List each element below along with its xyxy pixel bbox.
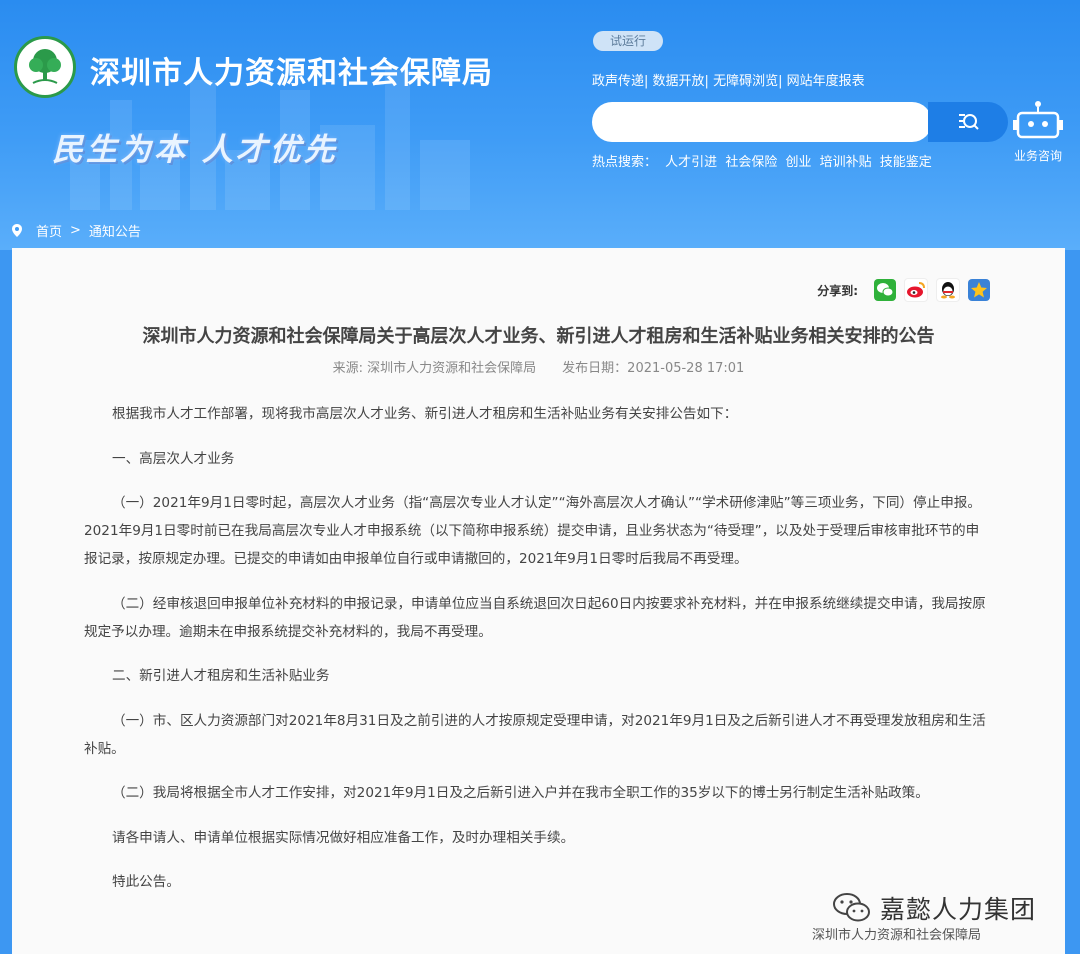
hot-search: 热点搜索： 人才引进 社会保险 创业 培训补贴 技能鉴定 bbox=[592, 151, 936, 170]
top-link-annual-report[interactable]: 网站年度报表 bbox=[787, 74, 865, 89]
hot-term[interactable]: 技能鉴定 bbox=[880, 155, 932, 170]
breadcrumb-home[interactable]: 首页 bbox=[36, 221, 62, 240]
wechat-icon[interactable] bbox=[874, 279, 896, 301]
site-header: 深圳市人力资源和社会保障局 民生为本 人才优先 试运行 政声传递| 数据开放| … bbox=[0, 0, 1080, 250]
article-date: 发布日期：2021-05-28 17:01 bbox=[562, 361, 745, 376]
breadcrumb: 首页 > 通知公告 bbox=[12, 221, 141, 240]
robot-label[interactable]: 业务咨询 bbox=[1014, 147, 1062, 164]
article-paragraph: 二、新引进人才租房和生活补贴业务 bbox=[112, 668, 330, 684]
hot-term[interactable]: 培训补贴 bbox=[820, 155, 872, 170]
article-title: 深圳市人力资源和社会保障局关于高层次人才业务、新引进人才租房和生活补贴业务相关安… bbox=[142, 326, 935, 347]
article-panel: 分享到: 深圳市人力资源和社会保障局关于高层次人才业务、新引进人才租房和生活补贴… bbox=[12, 248, 1065, 954]
weibo-icon[interactable] bbox=[904, 278, 928, 302]
share-label: 分享到: bbox=[817, 283, 858, 298]
watermark-text: 嘉懿人力集团 bbox=[880, 895, 1037, 924]
article-meta: 来源: 深圳市人力资源和社会保障局 发布日期：2021-05-28 17:01 bbox=[12, 357, 1065, 376]
top-link-accessibility[interactable]: 无障碍浏览 bbox=[713, 74, 778, 89]
share-bar: 分享到: bbox=[817, 278, 990, 302]
qzone-icon[interactable] bbox=[968, 279, 990, 301]
watermark-subtext: 深圳市人力资源和社会保障局 bbox=[812, 928, 982, 943]
hot-search-label: 热点搜索： bbox=[592, 155, 658, 170]
article-source: 来源: 深圳市人力资源和社会保障局 bbox=[332, 361, 537, 376]
wechat-watermark-icon bbox=[833, 893, 870, 922]
site-logo[interactable] bbox=[14, 36, 76, 98]
article-body: 根据我市人才工作部署，现将我市高层次人才业务、新引进人才租房和生活补贴业务有关安… bbox=[84, 400, 992, 913]
trial-badge: 试运行 bbox=[593, 31, 663, 51]
robot-icon[interactable] bbox=[1012, 100, 1064, 144]
article-paragraph: （一）市、区人力资源部门对2021年8月31日及之前引进的人才按原规定受理申请，… bbox=[84, 712, 986, 757]
hot-term[interactable]: 人才引进 bbox=[665, 155, 717, 170]
breadcrumb-current[interactable]: 通知公告 bbox=[89, 221, 141, 240]
hot-term[interactable]: 创业 bbox=[785, 155, 811, 170]
top-link-open-data[interactable]: 数据开放 bbox=[653, 74, 705, 89]
site-title[interactable]: 深圳市人力资源和社会保障局 bbox=[90, 48, 493, 92]
breadcrumb-separator: > bbox=[70, 223, 81, 238]
top-links: 政声传递| 数据开放| 无障碍浏览| 网站年度报表 bbox=[592, 74, 865, 89]
qq-icon[interactable] bbox=[936, 278, 960, 302]
hot-term[interactable]: 社会保险 bbox=[725, 155, 777, 170]
slogan: 民生为本 人才优先 bbox=[52, 132, 338, 168]
search-button[interactable] bbox=[928, 102, 1008, 142]
search-icon bbox=[959, 114, 979, 130]
article-paragraph: （二）我局将根据全市人才工作安排，对2021年9月1日及之后新引进入户并在我市全… bbox=[112, 785, 929, 801]
search-input[interactable] bbox=[592, 102, 932, 142]
watermark: 嘉懿人力集团 bbox=[832, 890, 1036, 926]
article-paragraph: 一、高层次人才业务 bbox=[112, 450, 235, 467]
article-paragraph: （二）经审核退回申报单位补充材料的申报记录，申请单位应当自系统退回次日起60日内… bbox=[84, 595, 986, 640]
article-paragraph: （一）2021年9月1日零时起，高层次人才业务（指“高层次专业人才认定”“海外高… bbox=[84, 495, 981, 567]
location-pin-icon bbox=[12, 224, 22, 237]
article-paragraph: 请各申请人、申请单位根据实际情况做好相应准备工作，及时办理相关手续。 bbox=[112, 829, 575, 846]
article-paragraph: 根据我市人才工作部署，现将我市高层次人才业务、新引进人才租房和生活补贴业务有关安… bbox=[112, 406, 738, 422]
tree-icon bbox=[29, 49, 61, 84]
top-link-policy[interactable]: 政声传递 bbox=[592, 74, 644, 89]
